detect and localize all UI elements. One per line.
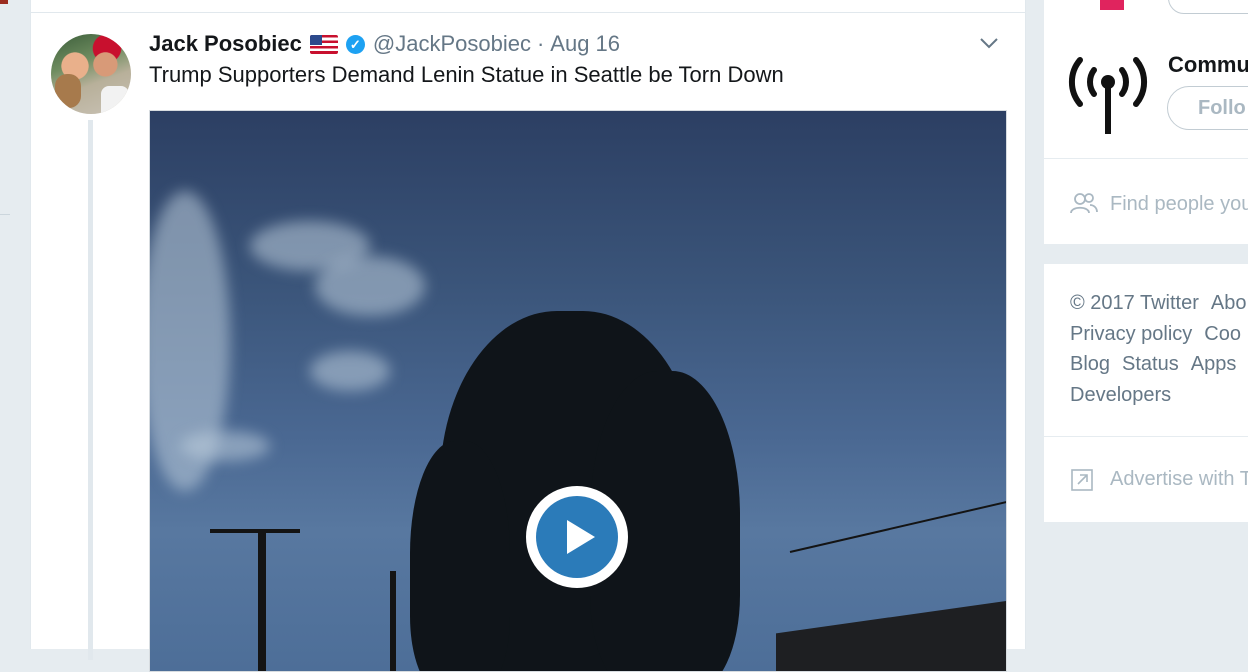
- transmission-tower: [390, 571, 396, 671]
- footer-link-about[interactable]: Abo: [1211, 292, 1247, 314]
- building: [776, 601, 1006, 671]
- account-avatar-partial: [1100, 0, 1124, 10]
- us-flag-icon: [309, 34, 338, 54]
- suggested-account-name[interactable]: Commu: [1168, 52, 1248, 78]
- author-handle[interactable]: @JackPosobiec: [373, 31, 531, 57]
- author-name[interactable]: Jack Posobiec: [149, 31, 302, 57]
- footer-row: © 2017 Twitter Abo: [1070, 292, 1248, 315]
- find-people-link[interactable]: Find people you: [1110, 193, 1248, 216]
- right-sidebar: Commu Follo Find people you © 2017 Twitt…: [1044, 0, 1248, 649]
- cloud: [315, 256, 425, 316]
- video-thumbnail[interactable]: [149, 110, 1007, 672]
- timeline-column: Jack Posobiec ✓ @JackPosobiec · Aug 16 T…: [30, 0, 1026, 672]
- footer-row: Privacy policy Coo: [1070, 323, 1248, 346]
- broadcast-antenna-icon: [1068, 57, 1148, 134]
- footer-copyright: © 2017 Twitter: [1070, 292, 1199, 314]
- avatar-detail: [55, 74, 81, 108]
- cloud: [310, 351, 390, 391]
- utility-pole: [258, 531, 266, 671]
- thread-line: [88, 120, 93, 660]
- footer-link-apps[interactable]: Apps: [1191, 353, 1237, 375]
- play-triangle: [567, 520, 595, 554]
- power-line: [789, 499, 1006, 553]
- author-avatar[interactable]: [51, 34, 131, 114]
- cloud: [180, 431, 270, 461]
- footer-row: Developers: [1070, 384, 1183, 407]
- footer-link-blog[interactable]: Blog: [1070, 353, 1110, 375]
- tweet-header: Jack Posobiec ✓ @JackPosobiec · Aug 16: [149, 30, 620, 58]
- follow-button-partial[interactable]: [1168, 0, 1248, 14]
- footer-link-privacy[interactable]: Privacy policy: [1070, 323, 1192, 345]
- verified-badge-icon: ✓: [345, 34, 365, 54]
- people-icon: [1070, 193, 1098, 214]
- chevron-down-icon[interactable]: [979, 36, 999, 50]
- footer-link-cookies[interactable]: Coo: [1204, 323, 1241, 345]
- play-icon: [536, 496, 618, 578]
- footer-link-status[interactable]: Status: [1122, 353, 1179, 375]
- play-button[interactable]: [526, 486, 628, 588]
- footer-row: Blog Status Apps: [1070, 353, 1248, 376]
- footer-link-developers[interactable]: Developers: [1070, 384, 1171, 406]
- avatar-detail: [101, 86, 129, 114]
- left-gutter: [0, 0, 10, 649]
- utility-pole-crossarm: [210, 529, 300, 533]
- external-link-icon: [1071, 469, 1093, 491]
- advertise-link[interactable]: Advertise with T: [1110, 468, 1248, 491]
- follow-button[interactable]: Follo: [1167, 86, 1248, 130]
- card-divider: [1044, 436, 1248, 437]
- tweet-date[interactable]: Aug 16: [550, 31, 620, 57]
- left-gutter-mark: [0, 0, 8, 4]
- header-separator: ·: [536, 31, 545, 56]
- tweet-text: Trump Supporters Demand Lenin Statue in …: [149, 62, 784, 87]
- card-divider: [1044, 158, 1248, 159]
- timeline-top-border: [31, 12, 1025, 13]
- who-to-follow-card: Commu Follo Find people you: [1044, 0, 1248, 244]
- left-gutter-divider: [0, 214, 10, 215]
- footer-card: © 2017 Twitter Abo Privacy policy Coo Blog…: [1044, 264, 1248, 522]
- tree: [410, 441, 510, 671]
